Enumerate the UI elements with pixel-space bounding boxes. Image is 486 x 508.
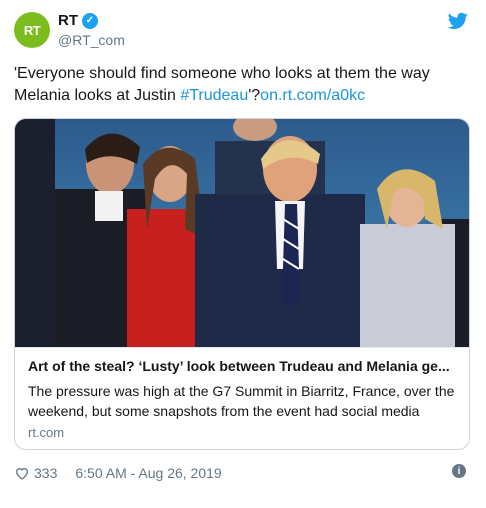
tweet-text-part: '? [248, 87, 261, 104]
timestamp[interactable]: 6:50 AM - Aug 26, 2019 [75, 465, 221, 481]
info-icon[interactable]: i [452, 464, 466, 478]
avatar[interactable]: RT [14, 12, 50, 48]
card-body: Art of the steal? ‘Lusty’ look between T… [15, 347, 469, 440]
hashtag-link[interactable]: #Trudeau [180, 87, 248, 104]
heart-icon[interactable] [14, 465, 30, 481]
handle[interactable]: @RT_com [58, 32, 125, 48]
card-description: The pressure was high at the G7 Summit i… [28, 383, 455, 419]
tweet-header: RT RT ✓ @RT_com [14, 10, 474, 50]
twitter-bird-icon[interactable] [448, 12, 468, 30]
link-card[interactable]: Art of the steal? ‘Lusty’ look between T… [14, 118, 470, 450]
card-photo[interactable] [15, 119, 469, 347]
like-count[interactable]: 333 [34, 465, 57, 481]
verified-badge-icon: ✓ [82, 12, 98, 29]
name-row: RT ✓ [58, 12, 98, 29]
short-link[interactable]: on.rt.com/a0kc [260, 87, 365, 104]
display-name[interactable]: RT [58, 12, 78, 29]
tweet-text: 'Everyone should find someone who looks … [14, 63, 474, 107]
tweet-footer: 333 6:50 AM - Aug 26, 2019 i [14, 462, 474, 484]
card-title[interactable]: Art of the steal? ‘Lusty’ look between T… [28, 358, 458, 374]
card-domain: rt.com [28, 425, 65, 440]
